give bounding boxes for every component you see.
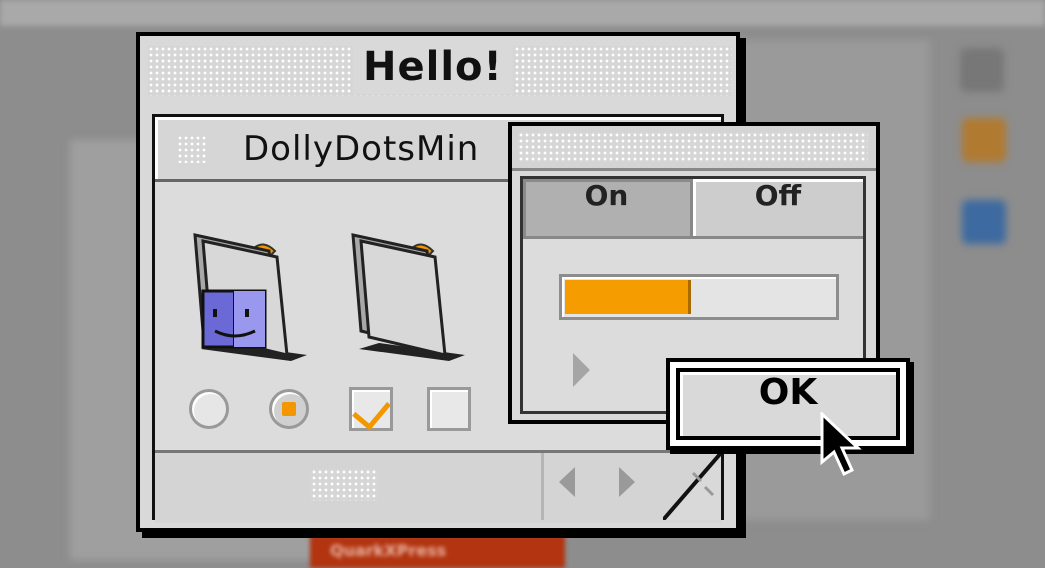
inner-window-title: DollyDotsMin <box>243 129 480 169</box>
checkbox-checked[interactable] <box>349 387 393 431</box>
window-title: Hello! <box>353 44 513 94</box>
finder-folder-icon[interactable] <box>187 229 313 361</box>
palette-title-pattern <box>518 132 868 162</box>
footer-divider <box>541 453 544 520</box>
footer-grip[interactable] <box>311 469 377 501</box>
inner-window-footer <box>155 450 721 523</box>
disclosure-triangle-icon[interactable] <box>573 353 590 387</box>
arrow-cursor-icon <box>820 412 862 477</box>
ok-button[interactable]: OK <box>666 358 910 450</box>
scroll-left-arrow-icon[interactable] <box>559 467 575 497</box>
taskbar-label: QuarkXPress <box>330 541 447 560</box>
resize-grip-icon[interactable] <box>663 453 721 520</box>
desktop-icon-2 <box>962 118 1006 162</box>
progress-bar <box>559 274 839 320</box>
taskbar-item: QuarkXPress <box>310 535 565 568</box>
radio-button-unselected[interactable] <box>189 389 229 429</box>
progress-bar-fill <box>565 280 691 314</box>
segment-off[interactable]: Off <box>693 179 863 239</box>
folder-icon[interactable] <box>345 229 471 361</box>
desktop-icon-3 <box>962 200 1006 244</box>
palette-title-bar[interactable] <box>512 126 876 171</box>
segment-on[interactable]: On <box>523 179 693 239</box>
inner-title-grip <box>177 135 207 163</box>
scroll-right-arrow-icon[interactable] <box>619 467 635 497</box>
checkbox-unchecked[interactable] <box>427 387 471 431</box>
desktop-menubar <box>0 0 1045 26</box>
radio-button-selected[interactable] <box>269 389 309 429</box>
checkmark-icon <box>352 390 391 431</box>
desktop-icon-1 <box>960 48 1004 92</box>
radio-dot <box>282 402 296 416</box>
ok-button-face[interactable]: OK <box>676 368 900 440</box>
